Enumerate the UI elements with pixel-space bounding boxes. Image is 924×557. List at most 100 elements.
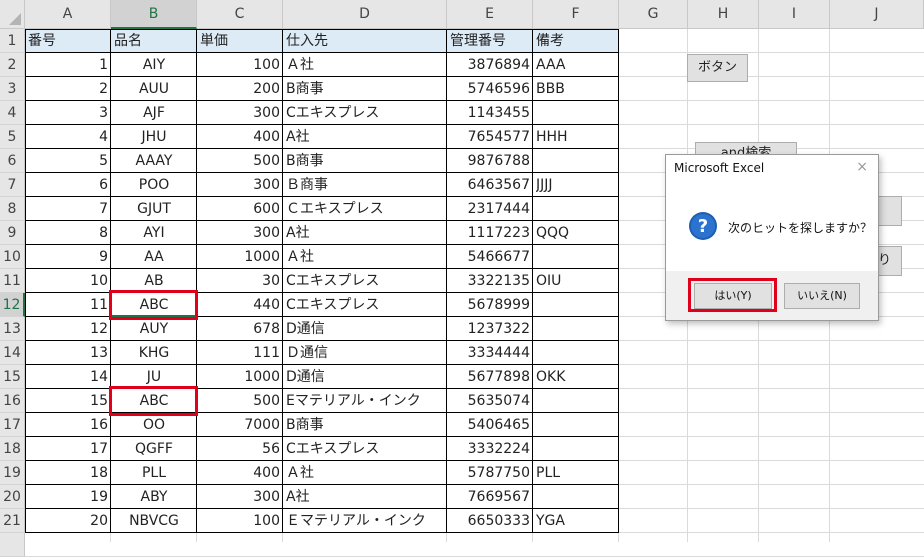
- cell-item-name[interactable]: AA: [114, 245, 194, 269]
- cell-item-name[interactable]: AUU: [114, 77, 194, 101]
- cell-number[interactable]: 13: [28, 341, 108, 365]
- cell-control-number[interactable]: 5466677: [450, 245, 530, 269]
- row-header-12[interactable]: 12: [0, 293, 25, 317]
- cell-number[interactable]: 6: [28, 173, 108, 197]
- cell-control-number[interactable]: 1117223: [450, 221, 530, 245]
- cell-item-name[interactable]: QGFF: [114, 437, 194, 461]
- cell-control-number[interactable]: 1237322: [450, 317, 530, 341]
- row-header-14[interactable]: 14: [0, 341, 25, 365]
- cell-unit-price[interactable]: 500: [200, 149, 280, 173]
- cell-supplier[interactable]: Ｃエキスプレス: [286, 197, 444, 221]
- cell-remarks[interactable]: [536, 437, 616, 461]
- cell-number[interactable]: 14: [28, 365, 108, 389]
- cell-control-number[interactable]: 5746596: [450, 77, 530, 101]
- row-header-1[interactable]: 1: [0, 29, 25, 53]
- row-header-18[interactable]: 18: [0, 437, 25, 461]
- cell-unit-price[interactable]: 600: [200, 197, 280, 221]
- row-header-3[interactable]: 3: [0, 77, 25, 101]
- cell-number[interactable]: 10: [28, 269, 108, 293]
- row-header-11[interactable]: 11: [0, 269, 25, 293]
- row-header-17[interactable]: 17: [0, 413, 25, 437]
- cell-supplier[interactable]: Ａ社: [286, 461, 444, 485]
- cell-supplier[interactable]: B商事: [286, 77, 444, 101]
- column-header-f[interactable]: F: [533, 0, 619, 29]
- cell-number[interactable]: 16: [28, 413, 108, 437]
- cell-number[interactable]: 4: [28, 125, 108, 149]
- cell-unit-price[interactable]: 1000: [200, 365, 280, 389]
- cell-control-number[interactable]: 6650333: [450, 509, 530, 533]
- column-header-e[interactable]: E: [447, 0, 533, 29]
- cell-remarks[interactable]: OIU: [536, 269, 616, 293]
- cell-supplier[interactable]: Cエキスプレス: [286, 101, 444, 125]
- table-header-supplier[interactable]: 仕入先: [286, 29, 444, 53]
- cell-remarks[interactable]: [536, 413, 616, 437]
- row-header-6[interactable]: 6: [0, 149, 25, 173]
- cell-control-number[interactable]: 5678999: [450, 293, 530, 317]
- cell-unit-price[interactable]: 300: [200, 101, 280, 125]
- cell-control-number[interactable]: 3322135: [450, 269, 530, 293]
- cell-remarks[interactable]: BBB: [536, 77, 616, 101]
- cell-number[interactable]: 12: [28, 317, 108, 341]
- cell-control-number[interactable]: 7654577: [450, 125, 530, 149]
- select-all-corner[interactable]: [0, 0, 25, 29]
- cell-unit-price[interactable]: 56: [200, 437, 280, 461]
- cell-item-name[interactable]: AIY: [114, 53, 194, 77]
- cell-remarks[interactable]: YGA: [536, 509, 616, 533]
- cell-supplier[interactable]: Ａ社: [286, 53, 444, 77]
- cell-remarks[interactable]: PLL: [536, 461, 616, 485]
- cell-unit-price[interactable]: 300: [200, 485, 280, 509]
- cell-unit-price[interactable]: 100: [200, 509, 280, 533]
- cell-remarks[interactable]: HHH: [536, 125, 616, 149]
- cell-number[interactable]: 18: [28, 461, 108, 485]
- cell-number[interactable]: 5: [28, 149, 108, 173]
- table-header-number[interactable]: 番号: [28, 29, 108, 53]
- cell-control-number[interactable]: 2317444: [450, 197, 530, 221]
- cell-item-name[interactable]: AYI: [114, 221, 194, 245]
- row-header-5[interactable]: 5: [0, 125, 25, 149]
- cell-control-number[interactable]: 3876894: [450, 53, 530, 77]
- cell-remarks[interactable]: [536, 101, 616, 125]
- cell-number[interactable]: 2: [28, 77, 108, 101]
- cell-control-number[interactable]: 5677898: [450, 365, 530, 389]
- cell-remarks[interactable]: [536, 149, 616, 173]
- cell-unit-price[interactable]: 300: [200, 221, 280, 245]
- row-header-16[interactable]: 16: [0, 389, 25, 413]
- cell-item-name[interactable]: POO: [114, 173, 194, 197]
- no-button[interactable]: いいえ(N): [784, 283, 860, 309]
- cell-item-name[interactable]: OO: [114, 413, 194, 437]
- cell-number[interactable]: 1: [28, 53, 108, 77]
- column-header-c[interactable]: C: [197, 0, 283, 29]
- cell-control-number[interactable]: 3332224: [450, 437, 530, 461]
- cell-item-name[interactable]: KHG: [114, 341, 194, 365]
- cell-item-name[interactable]: GJUT: [114, 197, 194, 221]
- cell-control-number[interactable]: 1143455: [450, 101, 530, 125]
- cell-remarks[interactable]: AAA: [536, 53, 616, 77]
- cell-supplier[interactable]: Ｄ通信: [286, 341, 444, 365]
- cell-control-number[interactable]: 5635074: [450, 389, 530, 413]
- cell-item-name[interactable]: AJF: [114, 101, 194, 125]
- column-header-a[interactable]: A: [25, 0, 111, 29]
- cell-control-number[interactable]: 5406465: [450, 413, 530, 437]
- cell-item-name[interactable]: AUY: [114, 317, 194, 341]
- cell-number[interactable]: 11: [28, 293, 108, 317]
- cell-unit-price[interactable]: 500: [200, 389, 280, 413]
- row-header-19[interactable]: 19: [0, 461, 25, 485]
- cell-unit-price[interactable]: 100: [200, 53, 280, 77]
- cell-number[interactable]: 19: [28, 485, 108, 509]
- cell-number[interactable]: 15: [28, 389, 108, 413]
- cell-remarks[interactable]: OKK: [536, 365, 616, 389]
- cell-control-number[interactable]: 5787750: [450, 461, 530, 485]
- cell-unit-price[interactable]: 678: [200, 317, 280, 341]
- cell-control-number[interactable]: 9876788: [450, 149, 530, 173]
- column-header-g[interactable]: G: [619, 0, 688, 29]
- cell-unit-price[interactable]: 300: [200, 173, 280, 197]
- cell-supplier[interactable]: B商事: [286, 413, 444, 437]
- cell-supplier[interactable]: Ｂ商事: [286, 173, 444, 197]
- cell-supplier[interactable]: Ｅマテリアル・インク: [286, 509, 444, 533]
- cell-item-name[interactable]: ABY: [114, 485, 194, 509]
- row-header-4[interactable]: 4: [0, 101, 25, 125]
- cell-unit-price[interactable]: 200: [200, 77, 280, 101]
- cell-unit-price[interactable]: 111: [200, 341, 280, 365]
- cell-control-number[interactable]: 3334444: [450, 341, 530, 365]
- cell-supplier[interactable]: A社: [286, 485, 444, 509]
